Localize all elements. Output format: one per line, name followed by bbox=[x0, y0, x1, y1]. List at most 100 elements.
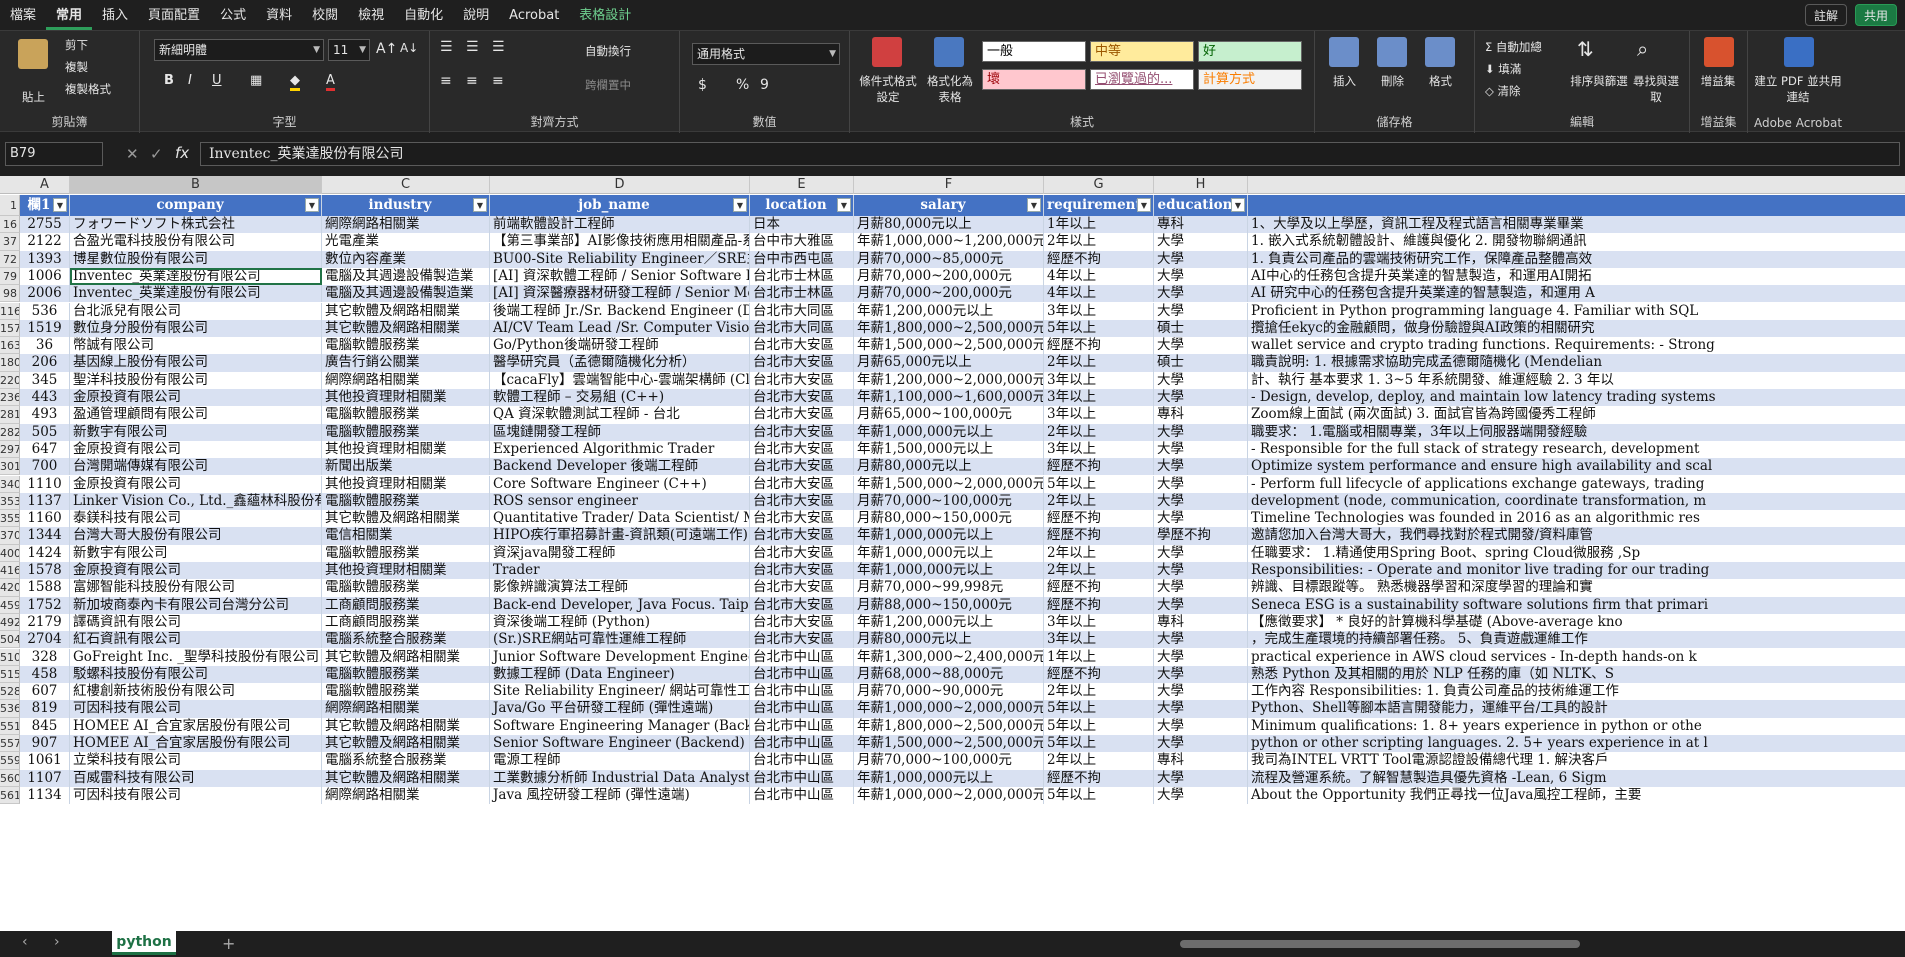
row-number[interactable]: 510 bbox=[0, 648, 20, 666]
table-cell[interactable]: 5年以上 bbox=[1044, 475, 1154, 493]
header-cell[interactable] bbox=[1248, 195, 1905, 216]
table-cell[interactable]: 年薪1,000,000元以上 bbox=[854, 769, 1044, 787]
style-calc[interactable]: 計算方式 bbox=[1198, 69, 1302, 90]
menu-tab[interactable]: 資料 bbox=[256, 0, 302, 30]
table-cell[interactable]: 大學 bbox=[1154, 786, 1248, 805]
table-cell[interactable]: 2年以上 bbox=[1044, 683, 1154, 701]
table-cell[interactable]: 台北市大安區 bbox=[750, 527, 854, 545]
row-number[interactable]: 220 bbox=[0, 371, 20, 389]
table-cell[interactable]: 345 bbox=[20, 371, 70, 389]
table-cell[interactable]: 軟體工程師 – 交易組 (C++) bbox=[490, 389, 750, 407]
table-cell[interactable]: 907 bbox=[20, 735, 70, 753]
table-cell[interactable]: 聖洋科技股份有限公司 bbox=[70, 371, 322, 389]
table-cell[interactable]: 合盈光電科技股份有限公司 bbox=[70, 233, 322, 251]
table-cell[interactable]: 台北市中山區 bbox=[750, 665, 854, 684]
share-button[interactable]: 共用 bbox=[1854, 4, 1897, 26]
row-number[interactable]: 557 bbox=[0, 735, 20, 753]
table-cell[interactable]: 工作內容 Responsibilities: 1. 負責公司產品的技術維運工作 bbox=[1248, 683, 1905, 701]
table-cell[interactable]: 大學 bbox=[1154, 683, 1248, 701]
table-cell[interactable]: HOMEE AI_合宜家居股份有限公司 bbox=[70, 717, 322, 735]
row-number[interactable]: 180 bbox=[0, 354, 20, 372]
add-sheet-icon[interactable]: + bbox=[222, 934, 235, 953]
table-cell[interactable]: 大學 bbox=[1154, 562, 1248, 580]
table-cell[interactable]: 328 bbox=[20, 648, 70, 666]
table-cell[interactable]: 台北市大安區 bbox=[750, 562, 854, 580]
table-cell[interactable]: [AI] 資深軟體工程師 / Senior Software Engineer … bbox=[490, 267, 750, 286]
percent-icon[interactable]: % bbox=[736, 77, 749, 93]
merge-center-button[interactable]: 跨欄置中 bbox=[585, 77, 631, 93]
table-cell[interactable]: 數據工程師 (Data Engineer) bbox=[490, 665, 750, 684]
table-cell[interactable]: 1160 bbox=[20, 510, 70, 528]
style-bad[interactable]: 壞 bbox=[982, 69, 1086, 90]
align-middle-icon[interactable]: ☰ bbox=[466, 39, 479, 55]
table-cell[interactable]: Quantitative Trader/ Data Scientist/ ML … bbox=[490, 510, 750, 528]
table-cell[interactable]: 台北市中山區 bbox=[750, 752, 854, 770]
table-cell[interactable]: 資深java開發工程師 bbox=[490, 544, 750, 562]
table-cell[interactable]: 大學 bbox=[1154, 510, 1248, 528]
table-cell[interactable]: Backend Developer 後端工程師 bbox=[490, 458, 750, 476]
table-cell[interactable]: 5年以上 bbox=[1044, 735, 1154, 753]
column-header[interactable]: E bbox=[750, 176, 854, 194]
table-cell[interactable]: 493 bbox=[20, 406, 70, 424]
table-cell[interactable]: 醫學研究員（孟德爾隨機化分析） bbox=[490, 354, 750, 372]
table-cell[interactable]: 大學 bbox=[1154, 371, 1248, 389]
table-cell[interactable]: 大學 bbox=[1154, 579, 1248, 597]
table-cell[interactable]: 台北市大安區 bbox=[750, 631, 854, 649]
align-right-icon[interactable]: ≡ bbox=[492, 73, 504, 89]
table-cell[interactable]: 年薪1,000,000~2,000,000元 bbox=[854, 700, 1044, 718]
table-cell[interactable]: 計、執行 基本要求 1. 3~5 年系統開發、維運經驗 2. 3 年以 bbox=[1248, 371, 1905, 389]
table-cell[interactable]: Core Software Engineer (C++) bbox=[490, 475, 750, 493]
table-cell[interactable]: 金原投資有限公司 bbox=[70, 562, 322, 580]
table-cell[interactable]: 台北市大安區 bbox=[750, 389, 854, 407]
comment-button[interactable]: 註解 bbox=[1804, 4, 1847, 26]
table-cell[interactable]: 其它軟體及網路相關業 bbox=[322, 717, 490, 735]
filter-dropdown-icon[interactable]: ▼ bbox=[733, 198, 747, 212]
row-number[interactable]: 16 bbox=[0, 216, 20, 234]
table-cell[interactable]: 電腦及其週邊設備製造業 bbox=[322, 267, 490, 286]
table-cell[interactable]: 月薪70,000~99,998元 bbox=[854, 579, 1044, 597]
table-cell[interactable]: 電腦軟體服務業 bbox=[322, 406, 490, 424]
table-cell[interactable]: 年薪1,100,000~1,600,000元 bbox=[854, 389, 1044, 407]
fill-button[interactable]: ⬇ 填滿 bbox=[1485, 61, 1521, 77]
table-cell[interactable]: 5年以上 bbox=[1044, 717, 1154, 735]
table-cell[interactable]: 新數宇有限公司 bbox=[70, 544, 322, 562]
copy-button[interactable]: 複製 bbox=[65, 59, 88, 75]
column-header[interactable]: H bbox=[1154, 176, 1248, 194]
delete-button[interactable]: 刪除 bbox=[1381, 73, 1404, 89]
table-cell[interactable]: 3年以上 bbox=[1044, 440, 1154, 459]
table-cell[interactable]: 年薪1,200,000元以上 bbox=[854, 302, 1044, 320]
table-cell[interactable]: 年薪1,800,000~2,500,000元 bbox=[854, 717, 1044, 735]
row-number[interactable]: 72 bbox=[0, 250, 20, 268]
function-icon[interactable]: fx bbox=[175, 144, 189, 162]
table-cell[interactable]: 台北市大同區 bbox=[750, 319, 854, 338]
table-cell[interactable]: 3年以上 bbox=[1044, 631, 1154, 649]
font-size-select[interactable]: 11 ▼ bbox=[328, 39, 370, 61]
table-cell[interactable]: 1424 bbox=[20, 544, 70, 562]
header-cell[interactable]: location ▼ bbox=[750, 195, 854, 216]
table-cell[interactable]: 1年以上 bbox=[1044, 216, 1154, 234]
table-cell[interactable]: 458 bbox=[20, 665, 70, 684]
row-number[interactable]: 353 bbox=[0, 492, 20, 511]
table-cell[interactable]: 大學 bbox=[1154, 233, 1248, 251]
table-cell[interactable]: 台北市大安區 bbox=[750, 458, 854, 476]
table-cell[interactable]: Inventec_英業達股份有限公司 bbox=[70, 267, 322, 286]
table-cell[interactable]: Responsibilities: - Operate and monitor … bbox=[1248, 562, 1905, 580]
table-cell[interactable]: 1519 bbox=[20, 319, 70, 338]
table-cell[interactable]: 數位身分股份有限公司 bbox=[70, 319, 322, 338]
menu-tab[interactable]: 檔案 bbox=[0, 0, 46, 30]
table-cell[interactable]: 台北市大安區 bbox=[750, 510, 854, 528]
table-cell[interactable]: 2179 bbox=[20, 613, 70, 632]
table-cell[interactable]: 經歷不拘 bbox=[1044, 510, 1154, 528]
row-number[interactable]: 370 bbox=[0, 527, 20, 545]
column-header[interactable]: G bbox=[1044, 176, 1154, 194]
table-cell[interactable]: 年薪1,000,000元以上 bbox=[854, 527, 1044, 545]
table-cell[interactable]: QA 資深軟體測試工程師 - 台北 bbox=[490, 406, 750, 424]
table-cell[interactable]: 其它軟體及網路相關業 bbox=[322, 735, 490, 753]
table-cell[interactable]: 台北市大安區 bbox=[750, 440, 854, 459]
header-cell[interactable]: education ▼ bbox=[1154, 195, 1248, 216]
sort-filter-button[interactable]: 排序與篩選 bbox=[1569, 73, 1629, 89]
table-cell[interactable]: 金原投資有限公司 bbox=[70, 475, 322, 493]
table-cell[interactable]: 大學 bbox=[1154, 285, 1248, 303]
fill-color-icon[interactable]: ◆ bbox=[290, 73, 300, 91]
table-cell[interactable]: Senior Software Engineer (Backend) bbox=[490, 735, 750, 753]
